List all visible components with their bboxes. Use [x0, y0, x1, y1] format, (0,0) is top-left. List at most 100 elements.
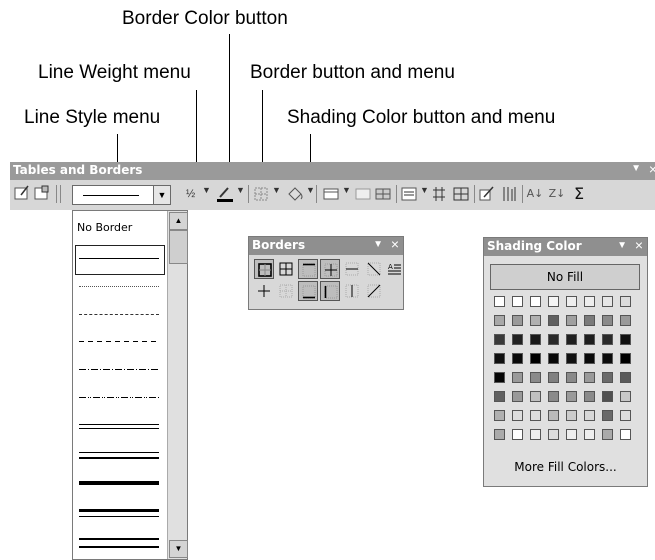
color-swatch[interactable] [584, 372, 595, 383]
diagonal-down-border-button[interactable] [364, 259, 384, 279]
line-style-dropdown-button[interactable]: ▼ [153, 185, 171, 205]
color-swatch[interactable] [494, 410, 505, 421]
autosum-icon[interactable]: Σ [570, 185, 588, 203]
no-fill-button[interactable]: No Fill [490, 264, 640, 290]
no-border-button[interactable] [276, 281, 296, 301]
sort-descending-icon[interactable]: Z↓ [548, 185, 566, 203]
color-swatch[interactable] [620, 334, 631, 345]
color-swatch[interactable] [620, 353, 631, 364]
color-swatch[interactable] [548, 296, 559, 307]
color-swatch[interactable] [620, 296, 631, 307]
line-style-thick[interactable] [79, 481, 159, 485]
color-swatch[interactable] [566, 315, 577, 326]
color-swatch[interactable] [620, 429, 631, 440]
color-swatch[interactable] [512, 372, 523, 383]
line-style-scrollbar[interactable]: ▲ ▼ [167, 211, 188, 559]
color-swatch[interactable] [602, 296, 613, 307]
border-dropdown-icon[interactable]: ▼ [272, 185, 281, 195]
color-swatch[interactable] [584, 353, 595, 364]
border-icon[interactable] [252, 185, 270, 203]
text-direction-icon[interactable] [500, 185, 518, 203]
left-border-button[interactable] [320, 281, 340, 301]
color-swatch[interactable] [530, 391, 541, 402]
shading-titlebar[interactable]: Shading Color ▼ × [484, 237, 647, 256]
diagonal-up-border-button[interactable] [364, 281, 384, 301]
color-swatch[interactable] [512, 334, 523, 345]
color-swatch[interactable] [494, 391, 505, 402]
line-style-single[interactable] [79, 258, 159, 259]
line-style-double[interactable] [79, 424, 159, 429]
color-swatch[interactable] [584, 391, 595, 402]
autoformat-icon[interactable] [478, 185, 496, 203]
line-style-thick-thin[interactable] [79, 509, 159, 517]
color-swatch[interactable] [566, 429, 577, 440]
shading-color-icon[interactable] [286, 185, 304, 203]
inside-borders-button[interactable] [320, 259, 340, 279]
color-swatch[interactable] [566, 391, 577, 402]
line-style-dash-dot-dot[interactable] [79, 397, 159, 398]
color-swatch[interactable] [530, 334, 541, 345]
color-swatch[interactable] [494, 429, 505, 440]
insert-table-icon[interactable] [322, 185, 340, 203]
shading-close-icon[interactable]: × [635, 237, 643, 253]
toolbar-titlebar[interactable]: Tables and Borders ▼ × [10, 161, 655, 180]
scroll-down-button[interactable]: ▼ [169, 540, 188, 558]
color-swatch[interactable] [602, 334, 613, 345]
line-style-dash-dot[interactable] [79, 369, 159, 370]
color-swatch[interactable] [530, 429, 541, 440]
color-swatch[interactable] [548, 353, 559, 364]
color-swatch[interactable] [494, 315, 505, 326]
color-swatch[interactable] [512, 391, 523, 402]
color-swatch[interactable] [566, 353, 577, 364]
color-swatch[interactable] [584, 334, 595, 345]
borders-options-icon[interactable]: ▼ [373, 239, 383, 250]
color-swatch[interactable] [620, 315, 631, 326]
color-swatch[interactable] [512, 353, 523, 364]
inside-horizontal-border-button[interactable] [342, 259, 362, 279]
sort-ascending-icon[interactable]: A↓ [526, 185, 544, 203]
line-style-dotted[interactable] [79, 286, 159, 287]
color-swatch[interactable] [566, 372, 577, 383]
split-cells-icon[interactable] [374, 185, 392, 203]
color-swatch[interactable] [548, 372, 559, 383]
color-swatch[interactable] [548, 410, 559, 421]
horizontal-line-button[interactable]: A [384, 259, 404, 279]
no-border-option[interactable]: No Border [77, 221, 163, 234]
line-weight-dropdown-icon[interactable]: ▼ [202, 185, 211, 195]
color-swatch[interactable] [494, 372, 505, 383]
borders-titlebar[interactable]: Borders ▼ × [249, 236, 403, 255]
toolbar-options-icon[interactable]: ▼ [631, 163, 641, 174]
color-swatch[interactable] [602, 372, 613, 383]
color-swatch[interactable] [602, 315, 613, 326]
scroll-up-button[interactable]: ▲ [169, 212, 188, 230]
color-swatch[interactable] [602, 429, 613, 440]
all-borders-button[interactable] [276, 259, 296, 279]
line-style-thin-thick[interactable] [79, 452, 159, 459]
color-swatch[interactable] [548, 391, 559, 402]
distribute-columns-icon[interactable] [452, 185, 470, 203]
color-swatch[interactable] [620, 372, 631, 383]
borders-close-icon[interactable]: × [391, 236, 399, 252]
scroll-thumb[interactable] [169, 230, 188, 264]
color-swatch[interactable] [566, 334, 577, 345]
line-style-combo[interactable] [72, 185, 156, 205]
line-style-triple[interactable] [79, 538, 159, 548]
color-swatch[interactable] [602, 410, 613, 421]
border-color-dropdown-icon[interactable]: ▼ [236, 185, 245, 195]
outside-border-button[interactable] [254, 259, 274, 279]
color-swatch[interactable] [512, 296, 523, 307]
color-swatch[interactable] [494, 334, 505, 345]
line-style-option-selected[interactable] [75, 245, 165, 275]
color-swatch[interactable] [494, 296, 505, 307]
distribute-rows-icon[interactable] [430, 185, 448, 203]
color-swatch[interactable] [530, 372, 541, 383]
color-swatch[interactable] [566, 410, 577, 421]
color-swatch[interactable] [566, 296, 577, 307]
draw-table-icon[interactable] [14, 185, 30, 203]
color-swatch[interactable] [530, 353, 541, 364]
color-swatch[interactable] [602, 353, 613, 364]
color-swatch[interactable] [584, 429, 595, 440]
insert-table-dropdown-icon[interactable]: ▼ [342, 185, 351, 195]
align-icon[interactable] [400, 185, 418, 203]
color-swatch[interactable] [548, 429, 559, 440]
